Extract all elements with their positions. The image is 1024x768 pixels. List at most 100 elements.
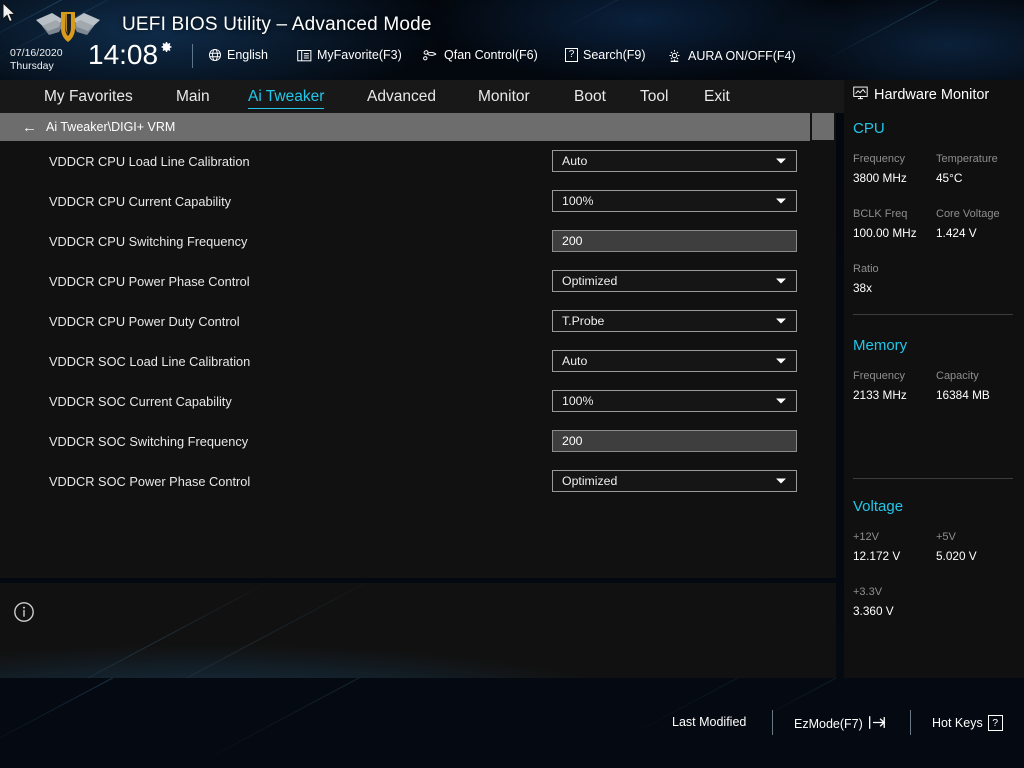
scrollbar-thumb[interactable] bbox=[812, 113, 834, 140]
search-button[interactable]: ? Search(F9) bbox=[565, 48, 646, 62]
hw-reading-key: BCLK Freq bbox=[853, 208, 908, 220]
setting-row[interactable]: VDDCR SOC Current Capability 100% bbox=[0, 381, 810, 421]
chevron-down-icon[interactable] bbox=[776, 478, 786, 484]
tab-advanced[interactable]: Advanced bbox=[367, 80, 436, 113]
page-title: UEFI BIOS Utility – Advanced Mode bbox=[122, 14, 432, 35]
setting-text-input[interactable]: 200 bbox=[552, 230, 797, 252]
hw-reading-value: 38x bbox=[853, 281, 873, 295]
chevron-down-icon[interactable] bbox=[776, 198, 786, 204]
setting-dropdown[interactable]: Auto bbox=[552, 150, 797, 172]
question-box-icon: ? bbox=[565, 48, 578, 62]
ezmode-button[interactable]: EzMode(F7) bbox=[794, 715, 888, 733]
mouse-cursor bbox=[2, 2, 17, 23]
setting-text-input[interactable]: 200 bbox=[552, 430, 797, 452]
setting-value: Auto bbox=[562, 354, 588, 368]
hw-reading-value: 2133 MHz bbox=[853, 388, 907, 402]
tab-my-favorites[interactable]: My Favorites bbox=[44, 80, 133, 113]
hotkeys-key-icon: ? bbox=[987, 715, 1003, 731]
settings-list: VDDCR CPU Load Line Calibration Auto VDDCR… bbox=[0, 141, 810, 578]
exit-arrow-icon bbox=[868, 715, 888, 733]
tab-boot[interactable]: Boot bbox=[574, 80, 606, 113]
hw-reading-value: 12.172 V bbox=[853, 549, 901, 563]
chevron-down-icon[interactable] bbox=[776, 158, 786, 164]
hw-reading-key: Core Voltage bbox=[936, 208, 1000, 220]
tab-main[interactable]: Main bbox=[176, 80, 210, 113]
chevron-down-icon[interactable] bbox=[776, 278, 786, 284]
bios-screen: UEFI BIOS Utility – Advanced Mode 07/16/… bbox=[0, 0, 1024, 768]
aura-light-icon bbox=[666, 48, 683, 63]
setting-value: T.Probe bbox=[562, 314, 605, 328]
setting-value: 100% bbox=[562, 194, 594, 208]
chevron-down-icon[interactable] bbox=[776, 398, 786, 404]
tab-monitor[interactable]: Monitor bbox=[478, 80, 530, 113]
hw-reading: Capacity 16384 MB bbox=[936, 370, 990, 402]
hw-reading-value: 5.020 V bbox=[936, 549, 977, 563]
hw-reading: Frequency 2133 MHz bbox=[853, 370, 907, 402]
breadcrumb[interactable]: ← Ai Tweaker\DIGI+ VRM bbox=[0, 113, 810, 141]
setting-label: VDDCR SOC Power Phase Control bbox=[49, 473, 251, 489]
setting-label: VDDCR SOC Load Line Calibration bbox=[49, 353, 251, 369]
setting-row[interactable]: VDDCR SOC Power Phase Control Optimized bbox=[0, 461, 810, 501]
setting-dropdown[interactable]: 100% bbox=[552, 190, 797, 212]
myfavorite-label: MyFavorite(F3) bbox=[317, 48, 402, 62]
hw-reading-key: Capacity bbox=[936, 370, 979, 382]
setting-dropdown[interactable]: 100% bbox=[552, 390, 797, 412]
back-arrow-icon[interactable]: ← bbox=[22, 120, 37, 135]
breadcrumb-path: Ai Tweaker\DIGI+ VRM bbox=[46, 120, 176, 134]
setting-row[interactable]: VDDCR CPU Power Duty Control T.Probe bbox=[0, 301, 810, 341]
setting-row[interactable]: VDDCR SOC Load Line Calibration Auto bbox=[0, 341, 810, 381]
tab-ai-tweaker[interactable]: Ai Tweaker bbox=[248, 80, 325, 113]
qfan-control-button[interactable]: Qfan Control(F6) bbox=[422, 48, 538, 62]
setting-row[interactable]: VDDCR SOC Switching Frequency 200 bbox=[0, 421, 810, 461]
setting-value: 200 bbox=[562, 434, 583, 448]
date-value: 07/16/2020 bbox=[10, 47, 63, 59]
tab-tool[interactable]: Tool bbox=[640, 80, 668, 113]
header-bar: UEFI BIOS Utility – Advanced Mode 07/16/… bbox=[0, 0, 1024, 80]
myfavorite-button[interactable]: MyFavorite(F3) bbox=[297, 48, 402, 62]
footer-bar: Last Modified EzMode(F7) Hot Keys ? Vers… bbox=[0, 678, 1024, 768]
hw-reading: Frequency 3800 MHz bbox=[853, 153, 907, 185]
setting-value: 100% bbox=[562, 394, 594, 408]
settings-scrollbar[interactable] bbox=[812, 113, 834, 578]
setting-label: VDDCR CPU Power Duty Control bbox=[49, 313, 240, 329]
setting-row[interactable]: VDDCR CPU Load Line Calibration Auto bbox=[0, 141, 810, 181]
tab-exit[interactable]: Exit bbox=[704, 80, 730, 113]
language-selector[interactable]: English bbox=[208, 48, 268, 62]
setting-value: 200 bbox=[562, 234, 583, 248]
info-icon[interactable] bbox=[13, 601, 35, 623]
setting-label: VDDCR CPU Switching Frequency bbox=[49, 233, 248, 249]
hardware-monitor-panel: Hardware Monitor CPU Frequency 3800 MHz Tem… bbox=[844, 80, 1024, 678]
hotkeys-label: Hot Keys bbox=[932, 716, 983, 730]
monitor-icon bbox=[853, 86, 868, 104]
setting-row[interactable]: VDDCR CPU Switching Frequency 200 bbox=[0, 221, 810, 261]
ezmode-label: EzMode(F7) bbox=[794, 717, 863, 731]
hw-reading-key: Frequency bbox=[853, 370, 905, 382]
last-modified-button[interactable]: Last Modified bbox=[672, 715, 746, 729]
hw-reading: Ratio 38x bbox=[853, 263, 879, 295]
chevron-down-icon[interactable] bbox=[776, 318, 786, 324]
setting-value: Optimized bbox=[562, 474, 618, 488]
hw-reading-key: +5V bbox=[936, 531, 956, 543]
setting-dropdown[interactable]: Optimized bbox=[552, 470, 797, 492]
hw-reading: Temperature 45°C bbox=[936, 153, 998, 185]
hw-reading: +3.3V 3.360 V bbox=[853, 586, 894, 618]
setting-row[interactable]: VDDCR CPU Power Phase Control Optimized bbox=[0, 261, 810, 301]
chevron-down-icon[interactable] bbox=[776, 358, 786, 364]
setting-dropdown[interactable]: Optimized bbox=[552, 270, 797, 292]
setting-dropdown[interactable]: Auto bbox=[552, 350, 797, 372]
setting-dropdown[interactable]: T.Probe bbox=[552, 310, 797, 332]
gear-icon[interactable] bbox=[160, 41, 173, 54]
hw-section-title: Memory bbox=[853, 337, 908, 354]
setting-label: VDDCR CPU Current Capability bbox=[49, 193, 232, 209]
setting-row[interactable]: VDDCR CPU Current Capability 100% bbox=[0, 181, 810, 221]
setting-value: Optimized bbox=[562, 274, 618, 288]
hw-reading-value: 1.424 V bbox=[936, 226, 977, 240]
globe-icon bbox=[208, 48, 222, 62]
hw-reading: +5V 5.020 V bbox=[936, 531, 977, 563]
aura-toggle-button[interactable]: AURA ON/OFF(F4) bbox=[666, 48, 796, 63]
search-label: Search(F9) bbox=[583, 48, 646, 62]
settings-panel: ← Ai Tweaker\DIGI+ VRM VDDCR CPU Load Li… bbox=[0, 113, 836, 578]
setting-label: VDDCR CPU Load Line Calibration bbox=[49, 153, 250, 169]
hotkeys-button[interactable]: Hot Keys ? bbox=[932, 715, 1003, 731]
last-modified-label: Last Modified bbox=[672, 715, 747, 729]
